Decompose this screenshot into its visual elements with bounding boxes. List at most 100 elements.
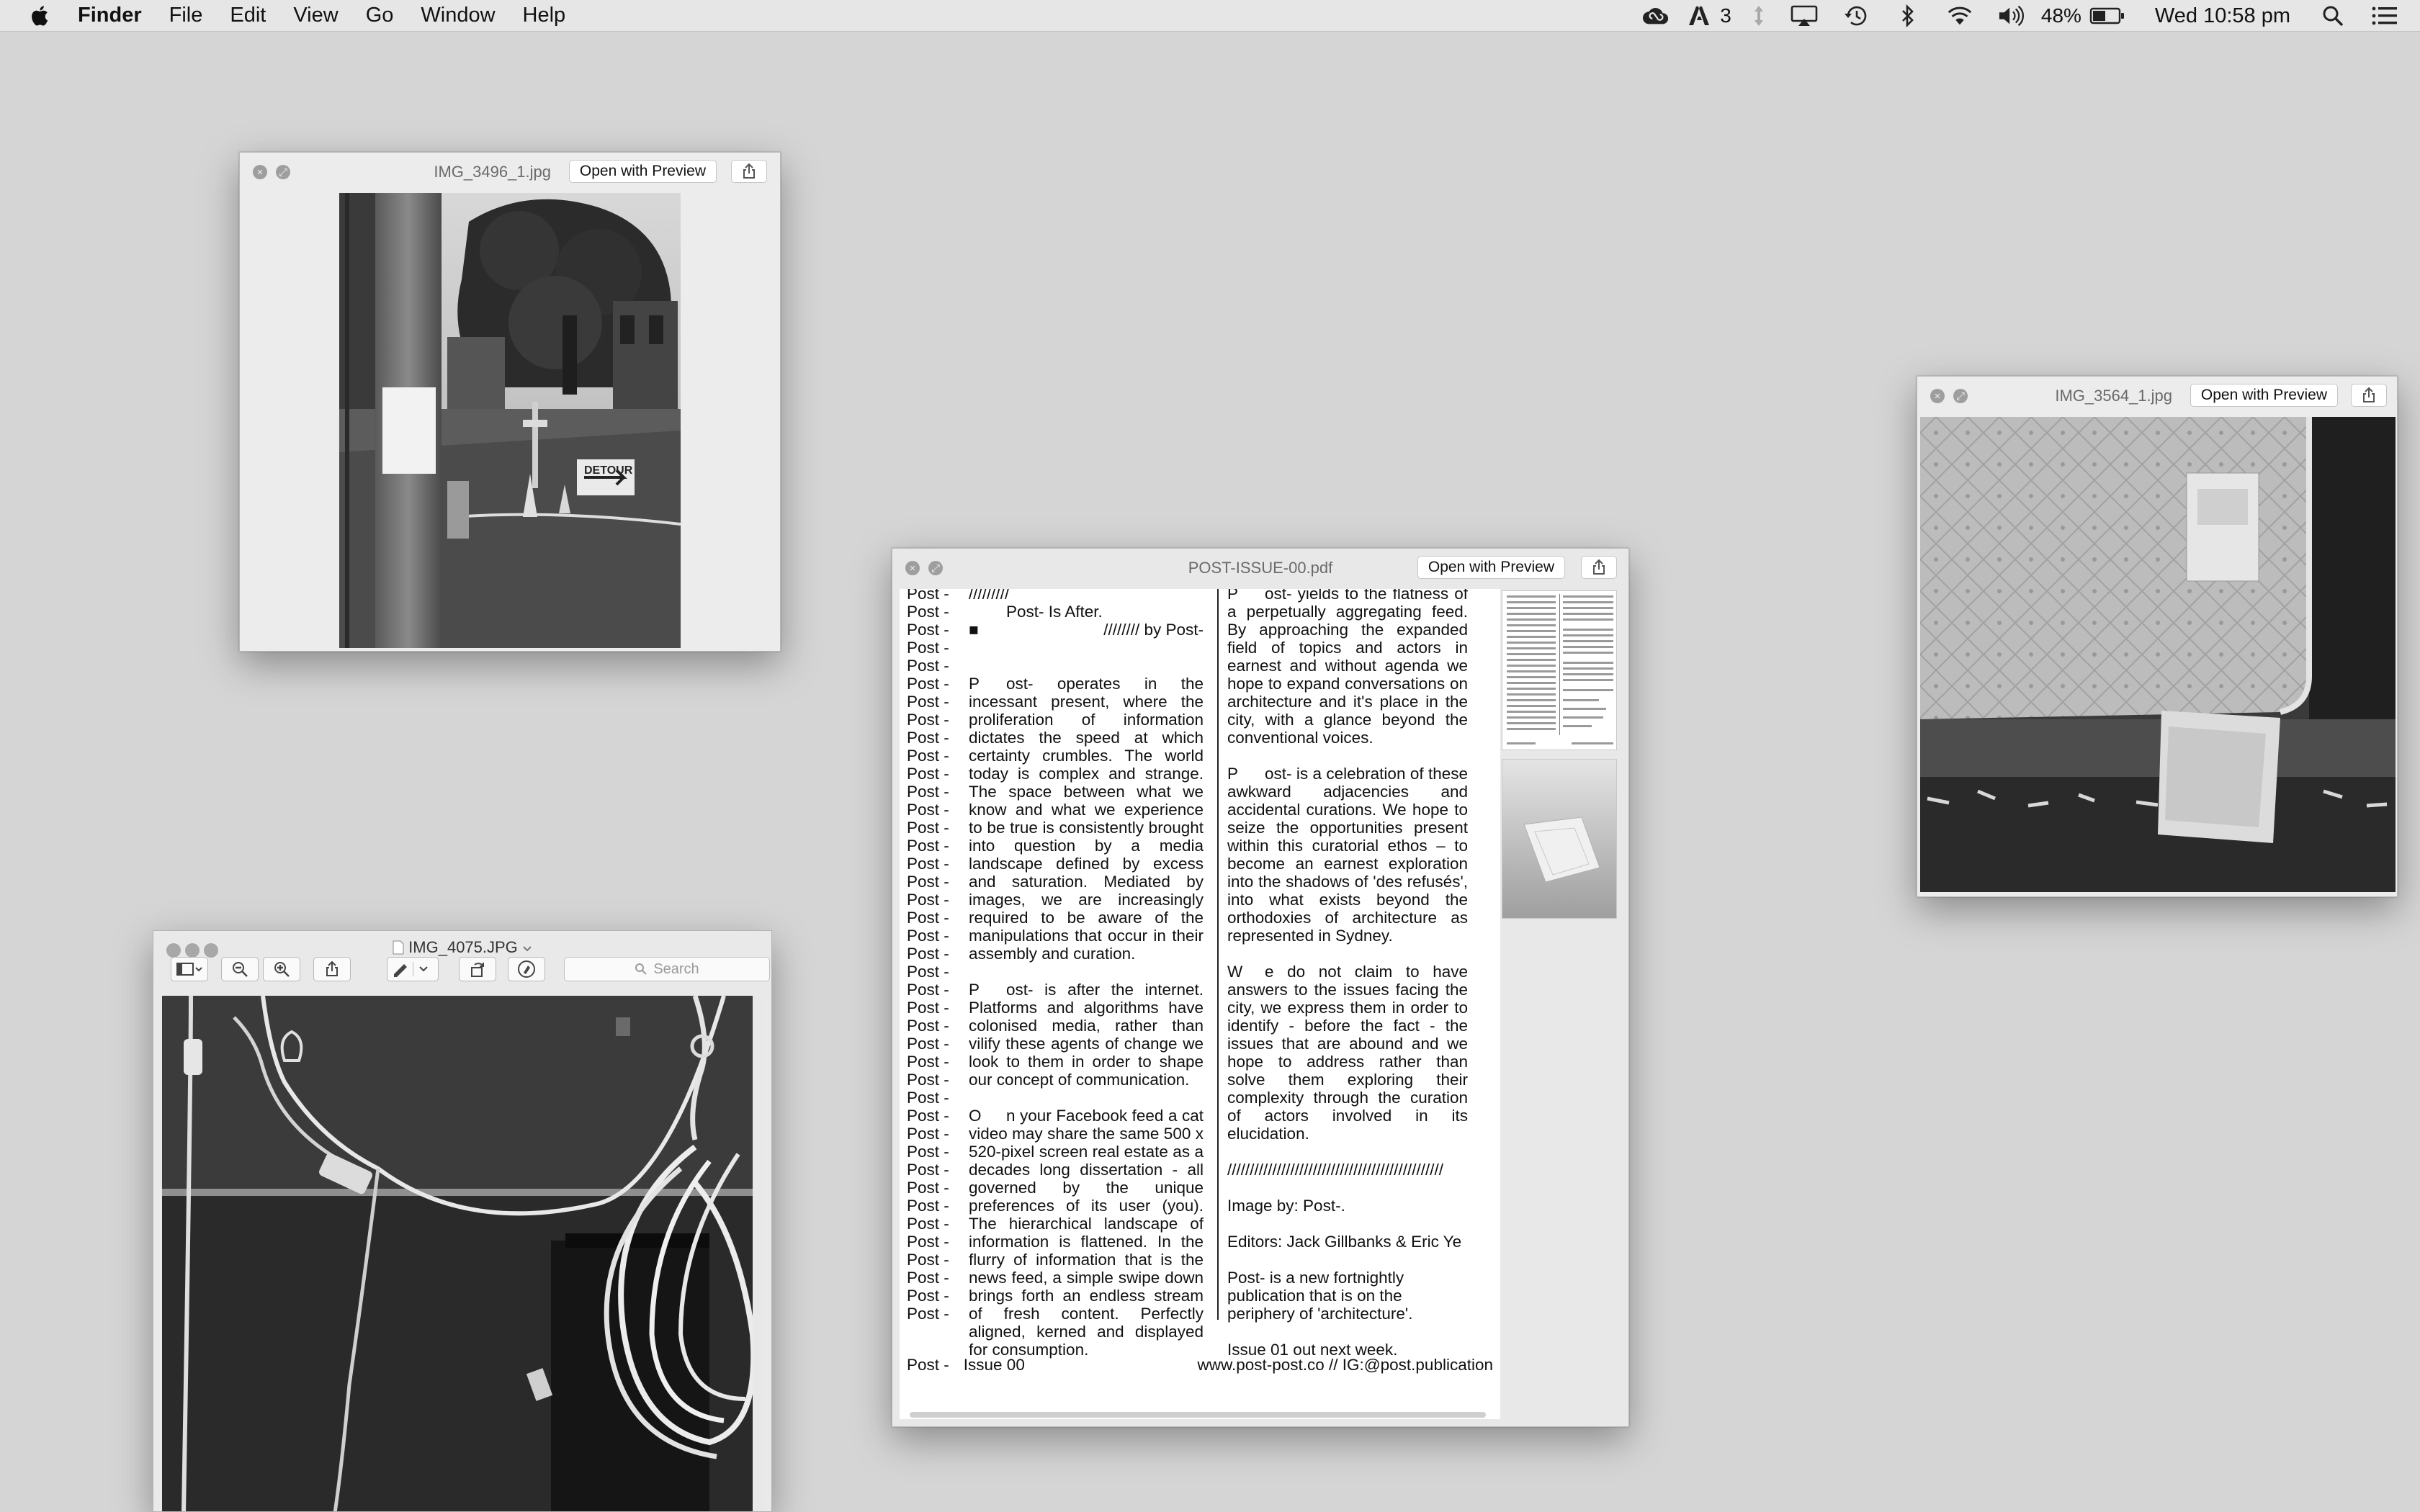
rotate-icon [471, 963, 484, 977]
notification-center-icon[interactable] [2371, 4, 2398, 27]
markup-icon [518, 960, 535, 978]
drop-cap: P [969, 675, 980, 693]
apple-logo-icon[interactable] [27, 3, 53, 29]
preview-filename: IMG_4075.JPG [408, 938, 518, 956]
volume-icon[interactable] [1998, 4, 2025, 27]
close-icon[interactable]: × [1930, 389, 1945, 403]
share-icon [326, 961, 338, 976]
quicklook-window-img3496: × ⤢ IMG_3496_1.jpg Open with Preview DET… [239, 152, 781, 652]
wifi-icon[interactable] [1946, 4, 1973, 27]
zoom-in-button[interactable] [263, 957, 300, 981]
post-row-label: Post - [907, 589, 949, 603]
post-row-label: Post - [907, 927, 949, 945]
menu-window[interactable]: Window [421, 4, 495, 27]
paragraph-text: ost- is a celebration of these awkward a… [1227, 765, 1468, 945]
menu-go[interactable]: Go [366, 4, 394, 27]
post-row-label: Post - [907, 1215, 949, 1233]
share-button[interactable] [313, 957, 351, 981]
post-row-label: Post - [907, 675, 949, 693]
menubar-clock[interactable]: Wed 10:58 pm [2155, 4, 2290, 28]
pen-icon [394, 962, 428, 977]
photo-utility-pole-detour: DETOUR [339, 193, 681, 648]
pdf-footer-left: Post - Issue 00 [907, 1356, 1025, 1374]
menu-edit[interactable]: Edit [230, 4, 266, 27]
close-icon[interactable]: × [253, 165, 267, 179]
pdf-byline-text: //////// by Post- [1103, 621, 1204, 639]
airplay-icon[interactable] [1791, 4, 1818, 27]
pdf-footer-right[interactable]: www.post-post.co // IG:@post.publication [1197, 1356, 1493, 1374]
post-row-label: Post - [907, 1197, 949, 1215]
footer-post-label: Post - [907, 1356, 949, 1374]
post-row-labels: Post - Post - Post - Post - Post - Post - Post… [907, 589, 964, 1323]
share-button[interactable] [2351, 384, 2387, 407]
post-row-label: Post - [907, 1125, 949, 1143]
search-input[interactable]: Search [564, 957, 770, 981]
zoom-out-button[interactable] [221, 957, 259, 981]
paragraph-text: e do not claim to have answers to the is… [1227, 963, 1468, 1143]
pdf-slashes-line: ///////// [969, 589, 1010, 603]
post-row-label: Post - [907, 1287, 949, 1305]
page-thumbnail-2[interactable] [1502, 759, 1617, 919]
page-thumbnail-1[interactable] [1502, 590, 1617, 750]
pdf-column-right: Post- yields to the flatness of a perpet… [1227, 589, 1468, 1359]
post-row-label: Post - [907, 1071, 949, 1089]
pdf-paragraph: Post- yields to the flatness of a perpet… [1227, 589, 1468, 747]
sync-arrows-icon[interactable] [1752, 4, 1766, 27]
battery-percent: 48% [2040, 4, 2081, 27]
menu-help[interactable]: Help [523, 4, 566, 27]
battery-icon[interactable] [2089, 4, 2126, 27]
time-machine-icon[interactable] [1842, 4, 1870, 27]
share-button[interactable] [731, 160, 767, 183]
sidebar-toggle-button[interactable] [171, 957, 208, 981]
post-row-label: Post - [907, 801, 949, 819]
quicklook-window-pdf: × ⤢ POST-ISSUE-00.pdf Open with Preview … [892, 548, 1629, 1427]
post-row-label: Post - [907, 693, 949, 711]
pdf-slashes-divider: ////////////////////////////////////////… [1227, 1161, 1444, 1179]
post-row-label: Post - [907, 891, 949, 909]
open-with-preview-button[interactable]: Open with Preview [568, 160, 717, 183]
pdf-paragraph: Post- is a celebration of these awkward … [1227, 765, 1468, 945]
creative-cloud-icon[interactable] [1642, 4, 1670, 27]
open-with-preview-button[interactable]: Open with Preview [2190, 384, 2338, 407]
menu-view[interactable]: View [293, 4, 338, 27]
post-row-label: Post - [907, 1089, 949, 1107]
fullscreen-icon[interactable]: ⤢ [1953, 389, 1968, 403]
share-button[interactable] [1581, 556, 1617, 579]
post-row-label: Post - [907, 1305, 949, 1323]
menu-bar: Finder File Edit View Go Window Help 3 4… [0, 0, 2420, 32]
adobe-icon[interactable] [1685, 4, 1713, 27]
post-row-label: Post - [907, 837, 949, 855]
horizontal-scrollbar[interactable] [910, 1412, 1486, 1418]
post-row-label: Post - [907, 603, 949, 621]
open-with-preview-button[interactable]: Open with Preview [1417, 556, 1565, 579]
markup-pen-button[interactable] [387, 957, 439, 981]
pdf-paragraph: We do not claim to have answers to the i… [1227, 963, 1468, 1143]
markup-toolbar-button[interactable] [508, 957, 545, 981]
column-divider [1217, 589, 1219, 1320]
share-icon [2363, 387, 2375, 402]
spotlight-search-icon[interactable] [2319, 4, 2347, 27]
jpeg-file-icon [393, 940, 404, 955]
bluetooth-icon[interactable] [1894, 4, 1922, 27]
post-row-label: Post - [907, 945, 949, 963]
pdf-page[interactable]: Post - Post - Post - Post - Post - Post - Post… [900, 589, 1500, 1419]
post-row-label: Post - [907, 1233, 949, 1251]
sidebar-icon [176, 963, 202, 976]
share-icon [743, 163, 755, 179]
quicklook-filename: IMG_3564_1.jpg [2055, 387, 2172, 405]
preview-toolbar: Search [163, 957, 770, 986]
post-row-label: Post - [907, 963, 949, 981]
fullscreen-icon[interactable]: ⤢ [276, 165, 290, 179]
quicklook-titlebar: × ⤢ POST-ISSUE-00.pdf Open with Preview [892, 549, 1628, 588]
post-row-label: Post - [907, 909, 949, 927]
quicklook-filename: IMG_3496_1.jpg [434, 163, 551, 181]
search-placeholder: Search [653, 960, 699, 977]
photo-hanging-cables [162, 996, 764, 1511]
post-row-label: Post - [907, 711, 949, 729]
menu-file[interactable]: File [169, 4, 203, 27]
preview-title[interactable]: IMG_4075.JPG [153, 938, 771, 957]
drop-cap: P [1227, 589, 1239, 603]
menu-app-name[interactable]: Finder [78, 4, 142, 27]
rotate-button[interactable] [459, 957, 496, 981]
search-icon [635, 963, 647, 975]
